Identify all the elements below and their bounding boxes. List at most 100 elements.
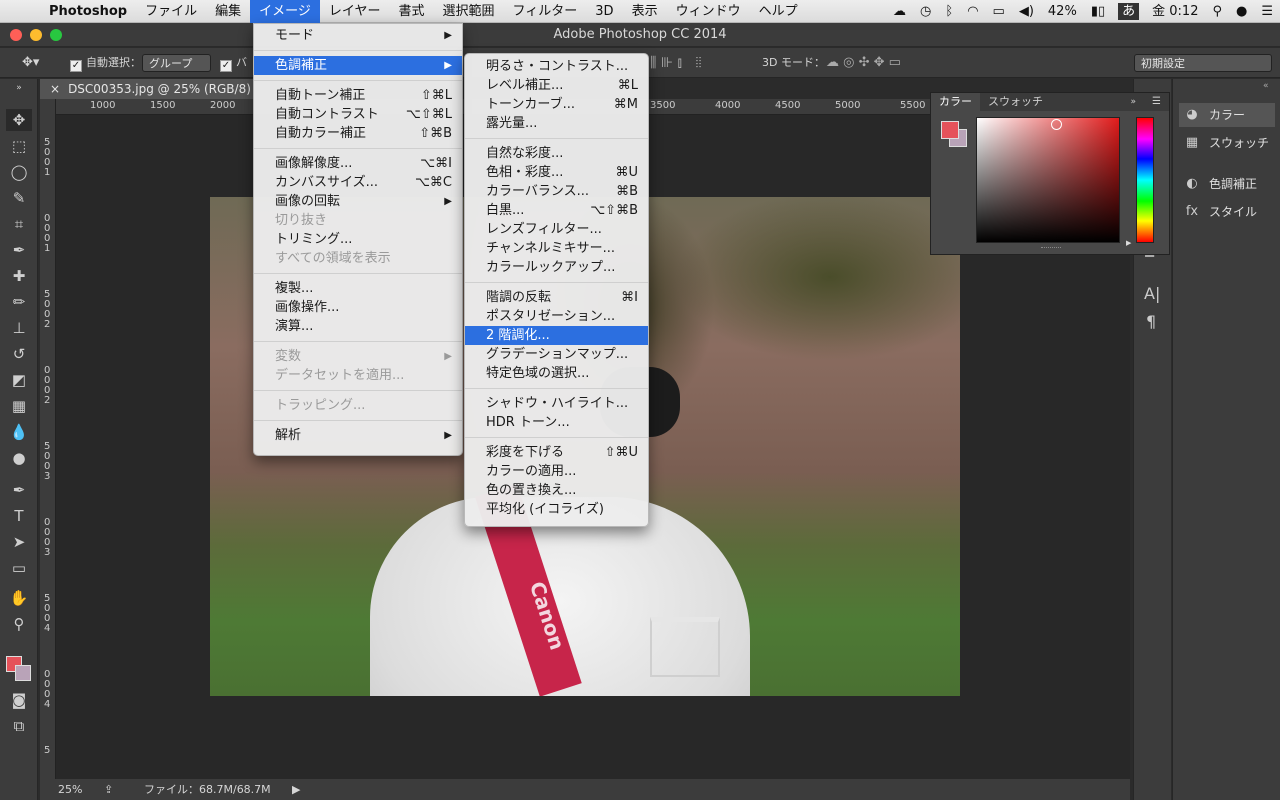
lasso-tool[interactable]: ◯ — [6, 161, 32, 183]
menubar-item-6[interactable]: フィルター — [504, 0, 587, 23]
airplay-icon[interactable]: ▭ — [986, 0, 1012, 23]
adjust_menu-item[interactable]: 自然な彩度... — [465, 144, 648, 163]
panel-button-styles[interactable]: fx スタイル — [1179, 200, 1275, 224]
workspace-dropdown[interactable]: 初期設定 — [1134, 54, 1272, 72]
paragraph-panel-icon[interactable]: ¶ — [1146, 312, 1156, 331]
spotlight-icon[interactable]: ⚲ — [1205, 0, 1229, 23]
adjust_menu-item[interactable]: ポスタリゼーション... — [465, 307, 648, 326]
dodge-tool[interactable]: ● — [6, 447, 32, 469]
panel-button-color[interactable]: ◕ カラー — [1179, 103, 1275, 127]
path-select-tool[interactable]: ➤ — [6, 531, 32, 553]
volume-icon[interactable]: ◀) — [1012, 0, 1041, 23]
hand-tool[interactable]: ✋ — [6, 587, 32, 609]
adjust_menu-item[interactable]: カラーバランス... ⌘B — [465, 182, 648, 201]
image_menu-item[interactable]: 自動コントラスト ⌥⇧⌘L — [254, 105, 462, 124]
auto-select-checkbox[interactable]: ✓ 自動選択： — [70, 54, 141, 72]
minimize-window-button[interactable] — [30, 29, 42, 41]
auto-select-dropdown[interactable]: グループ — [142, 54, 212, 72]
panel-collapse-icon[interactable]: » — [1123, 93, 1145, 111]
quick-mask-icon[interactable]: ◙ — [6, 689, 32, 711]
adjust_menu-item[interactable]: 白黒... ⌥⇧⌘B — [465, 201, 648, 220]
adjust_menu-item[interactable]: 特定色域の選択... — [465, 364, 648, 383]
adjust_menu-item[interactable]: HDR トーン... — [465, 413, 648, 432]
time-machine-icon[interactable]: ◷ — [913, 0, 938, 23]
image_menu-item[interactable]: 画像操作... — [254, 298, 462, 317]
gradient-tool[interactable]: ▦ — [6, 395, 32, 417]
panel-foreground-swatch[interactable] — [941, 121, 959, 139]
adjust_menu-item[interactable]: シャドウ・ハイライト... — [465, 394, 648, 413]
battery-icon[interactable]: ▮▯ — [1084, 0, 1112, 23]
panel-button-adjustments[interactable]: ◐ 色調補正 — [1179, 172, 1275, 196]
transform-checkbox[interactable]: ✓ バ — [220, 54, 247, 72]
eyedropper-tool[interactable]: ✒ — [6, 239, 32, 261]
image_menu-item[interactable]: トリミング... — [254, 230, 462, 249]
healing-tool[interactable]: ✚ — [6, 265, 32, 287]
image_menu-item[interactable]: 演算... — [254, 317, 462, 336]
menubar-item-9[interactable]: ウィンドウ — [667, 0, 750, 23]
menubar-item-2[interactable]: イメージ — [250, 0, 320, 23]
pen-tool[interactable]: ✒ — [6, 479, 32, 501]
menubar-item-5[interactable]: 選択範囲 — [434, 0, 504, 23]
adjust_menu-item[interactable]: 階調の反転 ⌘I — [465, 288, 648, 307]
panel-resize-grip[interactable] — [1041, 247, 1061, 250]
adjust_menu-item[interactable]: グラデーションマップ... — [465, 345, 648, 364]
image_menu-item[interactable]: 自動カラー補正 ⇧⌘B — [254, 124, 462, 143]
screen-mode-icon[interactable]: ⧉ — [6, 715, 32, 737]
hue-slider[interactable] — [1136, 117, 1154, 243]
panel-menu-icon[interactable]: ☰ — [1144, 93, 1169, 111]
color-field[interactable] — [976, 117, 1120, 243]
clock[interactable]: 金 0:12 — [1145, 0, 1205, 23]
share-icon[interactable]: ⇪ — [104, 779, 113, 800]
adjust_menu-item[interactable]: 2 階調化... — [465, 326, 648, 345]
menubar-item-10[interactable]: ヘルプ — [750, 0, 807, 23]
shape-tool[interactable]: ▭ — [6, 557, 32, 579]
status-menu-arrow-icon[interactable]: ▶ — [292, 779, 300, 800]
image_menu-item[interactable]: 画像解像度... ⌥⌘I — [254, 154, 462, 173]
wifi-icon[interactable]: ◠ — [960, 0, 985, 23]
adjust_menu-item[interactable]: 色相・彩度... ⌘U — [465, 163, 648, 182]
brush-tool[interactable]: ✏ — [6, 291, 32, 313]
tab-swatches[interactable]: スウォッチ — [980, 93, 1051, 111]
zoom-window-button[interactable] — [50, 29, 62, 41]
align-icons[interactable]: ⫼ ⊪ ⫾ ⦙⦙ — [650, 54, 702, 72]
history-brush-tool[interactable]: ↺ — [6, 343, 32, 365]
battery-status[interactable]: 42% — [1041, 0, 1084, 23]
blur-tool[interactable]: 💧 — [6, 421, 32, 443]
menubar-item-7[interactable]: 3D — [586, 0, 622, 23]
menubar-item-3[interactable]: レイヤー — [320, 0, 390, 23]
adjust_menu-item[interactable]: 平均化 (イコライズ) — [465, 500, 648, 519]
collapse-icon[interactable]: » — [6, 83, 32, 93]
adjust_menu-item[interactable]: カラールックアップ... — [465, 258, 648, 277]
crop-tool[interactable]: ⌗ — [6, 213, 32, 235]
expand-panels-icon[interactable]: « — [1263, 81, 1269, 91]
background-color-swatch[interactable] — [15, 665, 31, 681]
cloud-icon[interactable]: ☁ — [886, 0, 913, 23]
zoom-tool[interactable]: ⚲ — [6, 613, 32, 635]
menubar-item-4[interactable]: 書式 — [390, 0, 434, 23]
image_menu-item[interactable]: 色調補正 ▶ — [254, 56, 462, 75]
image_menu-item[interactable]: 解析 ▶ — [254, 426, 462, 445]
adjust_menu-item[interactable]: 色の置き換え... — [465, 481, 648, 500]
image_menu-item[interactable]: 画像の回転 ▶ — [254, 192, 462, 211]
close-window-button[interactable] — [10, 29, 22, 41]
3d-mode-icons[interactable]: ☁ ◎ ✣ ✥ ▭ — [826, 54, 901, 72]
stamp-tool[interactable]: ⊥ — [6, 317, 32, 339]
adjust_menu-item[interactable]: レンズフィルター... — [465, 220, 648, 239]
adjust_menu-item[interactable]: トーンカーブ... ⌘M — [465, 95, 648, 114]
image_menu-item[interactable]: 自動トーン補正 ⇧⌘L — [254, 86, 462, 105]
image_menu-item[interactable]: 複製... — [254, 279, 462, 298]
quick-select-tool[interactable]: ✎ — [6, 187, 32, 209]
bluetooth-icon[interactable]: ᛒ — [938, 0, 960, 23]
adjust_menu-item[interactable]: 明るさ・コントラスト... — [465, 57, 648, 76]
character-panel-icon[interactable]: A| — [1144, 284, 1160, 303]
zoom-level[interactable]: 25% — [58, 779, 82, 800]
color-picker-handle[interactable] — [1051, 119, 1062, 130]
move-tool[interactable]: ✥ — [6, 109, 32, 131]
adjust_menu-item[interactable]: 彩度を下げる ⇧⌘U — [465, 443, 648, 462]
hue-slider-marker-icon[interactable]: ▶ — [1126, 239, 1131, 247]
image_menu-item[interactable]: カンバスサイズ... ⌥⌘C — [254, 173, 462, 192]
panel-button-swatches[interactable]: ▦ スウォッチ — [1179, 131, 1275, 155]
marquee-tool[interactable]: ⬚ — [6, 135, 32, 157]
eraser-tool[interactable]: ◩ — [6, 369, 32, 391]
adjust_menu-item[interactable]: レベル補正... ⌘L — [465, 76, 648, 95]
